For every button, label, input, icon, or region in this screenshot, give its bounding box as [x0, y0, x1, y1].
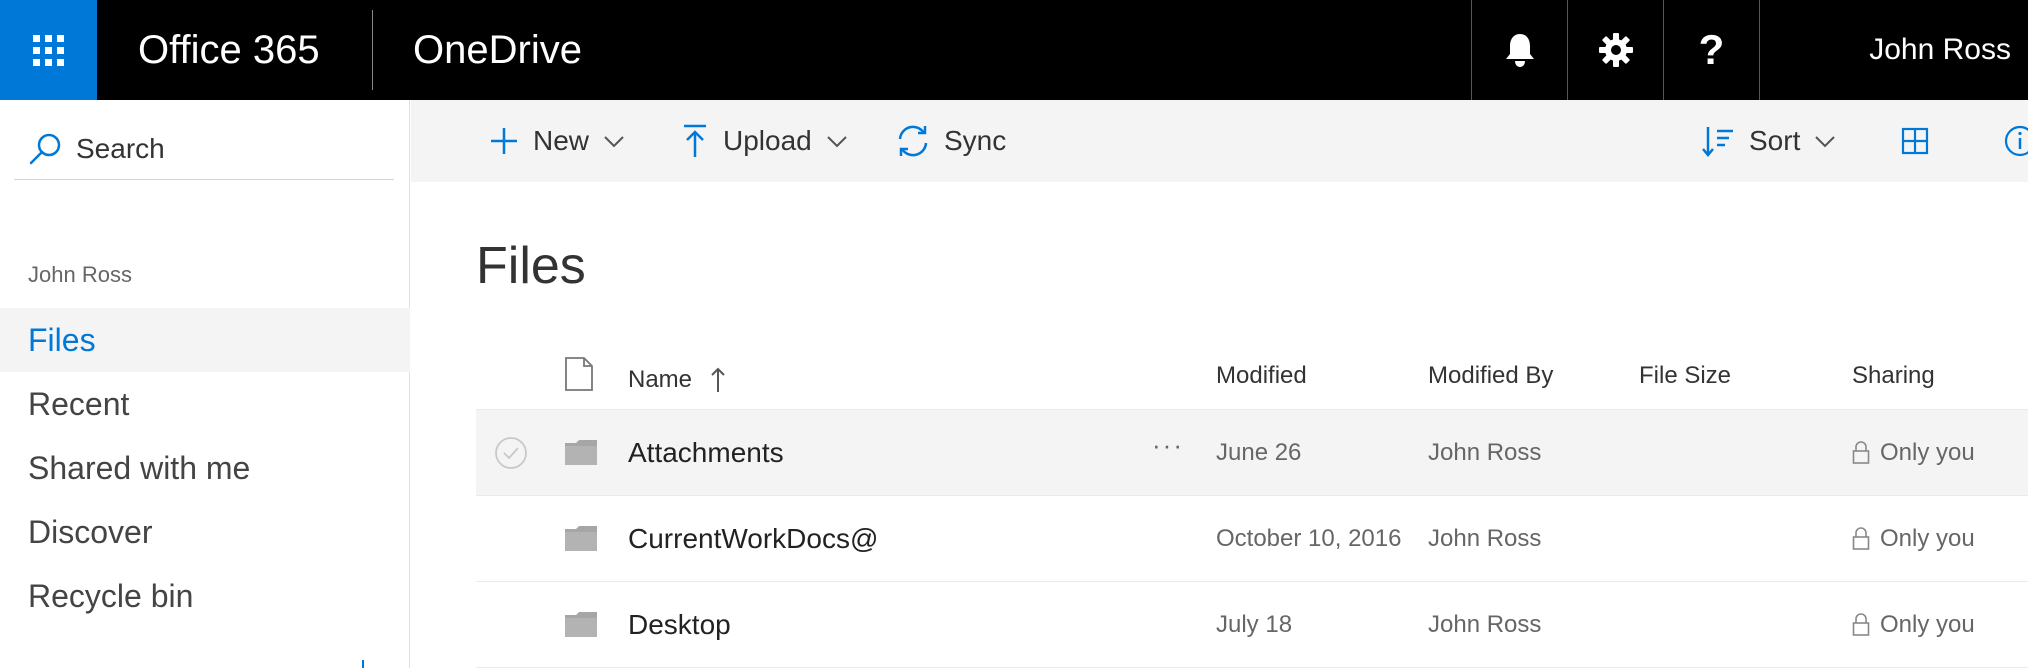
- name-column-header[interactable]: Name: [628, 350, 726, 410]
- search-input[interactable]: [76, 132, 376, 165]
- nav-item-discover[interactable]: Discover: [0, 500, 410, 564]
- file-row[interactable]: CurrentWorkDocs@ October 10, 2016 John R…: [476, 496, 2028, 582]
- sync-icon: [898, 125, 928, 157]
- app-launcher-button[interactable]: [0, 0, 97, 100]
- sharing-status: Only you: [1880, 439, 1975, 466]
- nav-item-recycle-bin[interactable]: Recycle bin: [0, 564, 410, 628]
- suite-title[interactable]: Office 365: [138, 0, 320, 100]
- upload-button[interactable]: Upload: [681, 100, 848, 182]
- lock-icon: [1852, 527, 1870, 550]
- upload-icon: [684, 124, 706, 157]
- upload-label: Upload: [723, 125, 812, 156]
- header-divider: [372, 10, 373, 90]
- folder-icon: [564, 410, 598, 496]
- nav-scroll-mark: [362, 660, 364, 668]
- modified-column-header[interactable]: Modified: [1216, 350, 1307, 410]
- sort-button[interactable]: Sort: [1701, 100, 1836, 182]
- nav-item-recent[interactable]: Recent: [0, 372, 410, 436]
- sort-icon: [1702, 127, 1733, 157]
- file-modified-by: John Ross: [1428, 611, 1542, 638]
- product-title[interactable]: OneDrive: [413, 0, 582, 100]
- more-actions-button[interactable]: ···: [1152, 402, 1184, 488]
- file-sharing[interactable]: Only you: [1852, 582, 1975, 668]
- nav-owner-label: John Ross: [28, 262, 132, 287]
- sharing-column-header[interactable]: Sharing: [1852, 350, 1935, 410]
- sort-ascending-arrow-icon: [711, 367, 725, 392]
- modified-by-column-header[interactable]: Modified By: [1428, 350, 1553, 410]
- grid-view-icon: [1901, 127, 1929, 155]
- nav-list: Files Recent Shared with me Discover Rec…: [0, 308, 410, 628]
- file-row[interactable]: Attachments ··· June 26 John Ross Only y…: [476, 410, 2028, 496]
- suite-header: Office 365 OneDrive ? John Ross: [0, 0, 2028, 100]
- lock-icon: [1852, 613, 1870, 636]
- nav-item-shared-with-me[interactable]: Shared with me: [0, 436, 410, 500]
- file-modified: July 18: [1216, 611, 1293, 638]
- document-icon: [565, 357, 593, 391]
- new-label: New: [533, 125, 590, 156]
- file-modified: June 26: [1216, 439, 1302, 466]
- file-modified-by: John Ross: [1428, 439, 1542, 466]
- search-icon: [29, 133, 61, 164]
- file-list-header: Name Modified Modified By File Size Shar…: [476, 350, 2028, 410]
- file-name[interactable]: CurrentWorkDocs@: [628, 496, 878, 582]
- bell-icon: [1505, 34, 1534, 67]
- chevron-down-icon: [827, 136, 847, 148]
- file-sharing[interactable]: Only you: [1852, 496, 1975, 582]
- gear-icon: [1598, 33, 1633, 67]
- search-box[interactable]: [14, 118, 394, 180]
- user-name: John Ross: [1869, 33, 2011, 66]
- help-button[interactable]: ?: [1663, 0, 1759, 100]
- new-button[interactable]: New: [489, 100, 625, 182]
- check-circle-icon: [495, 437, 527, 469]
- view-tiles-button[interactable]: [1901, 100, 1929, 182]
- file-name[interactable]: Attachments: [628, 410, 784, 496]
- page-title: Files: [476, 237, 586, 295]
- file-modified-by: John Ross: [1428, 525, 1542, 552]
- file-type-column-header[interactable]: [564, 356, 594, 416]
- command-bar: New Upload Sync Sort: [411, 100, 2028, 182]
- file-sharing[interactable]: Only you: [1852, 410, 1975, 496]
- info-icon: [2004, 125, 2028, 157]
- file-name[interactable]: Desktop: [628, 582, 731, 668]
- file-size-column-header[interactable]: File Size: [1639, 350, 1731, 410]
- sharing-status: Only you: [1880, 525, 1975, 552]
- chevron-down-icon: [604, 136, 624, 148]
- lock-icon: [1852, 441, 1870, 464]
- file-row[interactable]: Desktop July 18 John Ross Only you: [476, 582, 2028, 668]
- sync-button[interactable]: Sync: [896, 100, 1006, 182]
- waffle-icon: [33, 34, 64, 66]
- chevron-down-icon: [1815, 136, 1836, 148]
- settings-button[interactable]: [1567, 0, 1663, 100]
- sort-label: Sort: [1749, 125, 1801, 156]
- info-pane-button[interactable]: [2003, 100, 2028, 182]
- name-column-label: Name: [628, 366, 693, 393]
- folder-icon: [564, 496, 598, 582]
- help-icon: ?: [1698, 26, 1725, 73]
- sharing-status: Only you: [1880, 611, 1975, 638]
- nav-item-files[interactable]: Files: [0, 308, 410, 372]
- folder-icon: [564, 582, 598, 668]
- sync-label: Sync: [944, 125, 1007, 156]
- plus-icon: [491, 128, 517, 154]
- left-navigation: John Ross Files Recent Shared with me Di…: [0, 100, 410, 668]
- notifications-button[interactable]: [1471, 0, 1567, 100]
- file-modified: October 10, 2016: [1216, 525, 1402, 552]
- account-button[interactable]: John Ross: [1759, 0, 2028, 100]
- row-select-checkbox[interactable]: [494, 410, 528, 496]
